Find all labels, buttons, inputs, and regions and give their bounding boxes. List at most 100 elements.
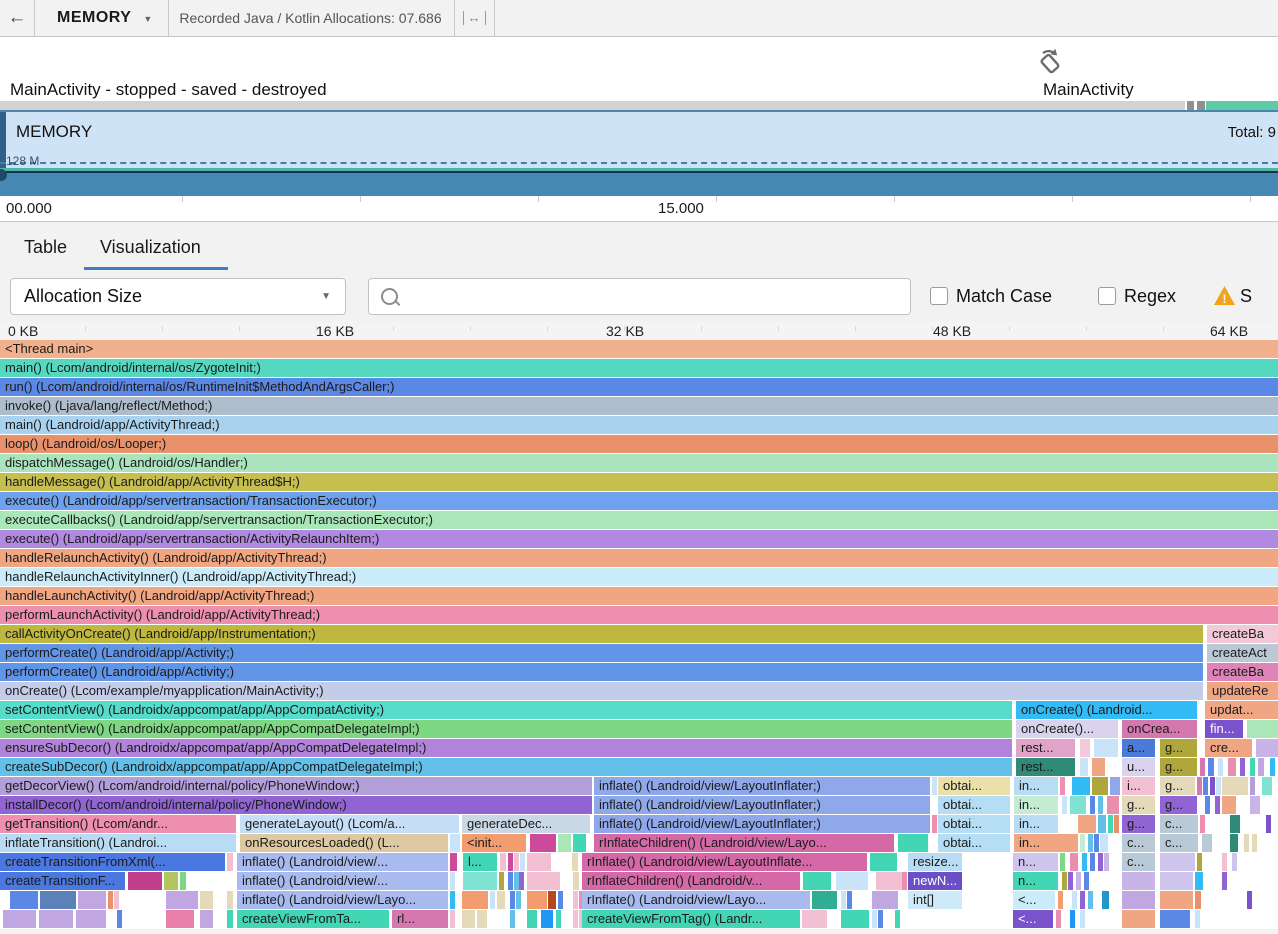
flame-node-fragment[interactable] — [1114, 815, 1119, 833]
flame-node-fragment[interactable] — [499, 872, 504, 890]
flame-node-fragment[interactable] — [1222, 872, 1227, 890]
flame-node-fragment[interactable] — [1062, 796, 1067, 814]
flame-node-fragment[interactable] — [1080, 891, 1085, 909]
flame-node-fragment[interactable] — [530, 834, 556, 852]
flame-node-fragment[interactable] — [1062, 872, 1067, 890]
flame-node[interactable]: getDecorView() (Lcom/android/internal/po… — [0, 777, 592, 795]
flame-node-fragment[interactable] — [932, 777, 937, 795]
flame-node-fragment[interactable] — [1098, 815, 1106, 833]
flame-node-fragment[interactable] — [117, 910, 122, 928]
flame-node-fragment[interactable] — [164, 872, 178, 890]
flame-node-fragment[interactable] — [1100, 834, 1108, 852]
flame-node-fragment[interactable] — [1247, 891, 1252, 909]
flame-node-fragment[interactable] — [200, 910, 213, 928]
flame-node[interactable]: in... — [1014, 834, 1078, 852]
flame-node[interactable]: n... — [1013, 853, 1058, 871]
flame-node[interactable]: inflate() (Landroid/view/LayoutInflater;… — [594, 777, 930, 795]
flame-node-fragment[interactable] — [450, 910, 455, 928]
flame-node-fragment[interactable] — [227, 853, 233, 871]
flame-node[interactable]: <... — [1013, 891, 1055, 909]
flame-node-fragment[interactable] — [1090, 853, 1095, 871]
flame-node-fragment[interactable] — [227, 891, 233, 909]
flame-node-fragment[interactable] — [1092, 777, 1108, 795]
flame-node-fragment[interactable] — [558, 834, 571, 852]
search-input[interactable] — [398, 288, 910, 306]
flame-node-fragment[interactable] — [802, 910, 827, 928]
flame-node[interactable]: generateLayout() (Lcom/a... — [240, 815, 459, 833]
flame-node-fragment[interactable] — [527, 872, 560, 890]
flame-node-fragment[interactable] — [114, 891, 119, 909]
flame-node-fragment[interactable] — [573, 834, 586, 852]
flame-node[interactable]: i... — [1122, 777, 1155, 795]
flame-node-fragment[interactable] — [508, 853, 513, 871]
flame-node[interactable]: rInflateChildren() (Landroid/v... — [582, 872, 800, 890]
flame-node-fragment[interactable] — [573, 891, 578, 909]
flame-node-fragment[interactable] — [519, 872, 524, 890]
flame-node[interactable]: <... — [1013, 910, 1053, 928]
flame-node-fragment[interactable] — [1088, 891, 1093, 909]
flame-node[interactable]: <Thread main> — [0, 340, 1278, 358]
flame-node-fragment[interactable] — [1110, 777, 1120, 795]
memory-track[interactable]: MEMORY Total: 9 128 M — [0, 110, 1278, 196]
flame-node[interactable]: performCreate() (Landroid/app/Activity;) — [0, 644, 1203, 662]
flame-node[interactable]: main() (Lcom/android/internal/os/ZygoteI… — [0, 359, 1278, 377]
flame-node-fragment[interactable] — [1070, 853, 1078, 871]
flame-node-fragment[interactable] — [1068, 872, 1073, 890]
flame-node-fragment[interactable] — [548, 891, 556, 909]
flame-node-fragment[interactable] — [1108, 815, 1113, 833]
flame-node-fragment[interactable] — [3, 910, 36, 928]
flame-node-fragment[interactable] — [1252, 834, 1257, 852]
flame-node-fragment[interactable] — [510, 910, 515, 928]
flame-node-fragment[interactable] — [1122, 872, 1155, 890]
flame-node-fragment[interactable] — [1160, 853, 1195, 871]
flame-node-fragment[interactable] — [39, 910, 73, 928]
flame-node[interactable]: rInflateChildren() (Landroid/view/Layo..… — [594, 834, 894, 852]
flame-node-fragment[interactable] — [1080, 758, 1088, 776]
flame-node-fragment[interactable] — [1072, 891, 1077, 909]
flame-node-fragment[interactable] — [1072, 777, 1090, 795]
flame-node[interactable]: g... — [1122, 796, 1155, 814]
flame-node-fragment[interactable] — [462, 910, 475, 928]
flame-node-fragment[interactable] — [1070, 910, 1075, 928]
flame-node-fragment[interactable] — [1266, 815, 1271, 833]
flame-node-fragment[interactable] — [1060, 777, 1065, 795]
flame-node[interactable]: loop() (Landroid/os/Looper;) — [0, 435, 1278, 453]
flame-node-fragment[interactable] — [1250, 796, 1260, 814]
flame-node[interactable]: <init... — [462, 834, 526, 852]
flame-node-fragment[interactable] — [1208, 758, 1214, 776]
flame-node[interactable]: g... — [1160, 796, 1197, 814]
flame-node-fragment[interactable] — [872, 910, 877, 928]
flame-node-fragment[interactable] — [1232, 853, 1237, 871]
flame-node-fragment[interactable] — [812, 891, 837, 909]
flame-node[interactable]: createViewFromTa... — [237, 910, 389, 928]
flame-node-fragment[interactable] — [10, 891, 38, 909]
flame-node-fragment[interactable] — [450, 853, 457, 871]
flame-node-fragment[interactable] — [490, 891, 495, 909]
flame-node[interactable]: handleLaunchActivity() (Landroid/app/Act… — [0, 587, 1278, 605]
flame-node-fragment[interactable] — [450, 834, 460, 852]
flame-node-fragment[interactable] — [1197, 777, 1202, 795]
flame-node-fragment[interactable] — [1222, 853, 1227, 871]
flame-node[interactable]: createTransitionF... — [0, 872, 125, 890]
flame-node[interactable]: handleMessage() (Landroid/app/ActivityTh… — [0, 473, 1278, 491]
flame-node-fragment[interactable] — [462, 891, 488, 909]
flame-node-fragment[interactable] — [1230, 815, 1240, 833]
flame-node[interactable]: onCreate() (Landroid... — [1016, 701, 1197, 719]
flame-node-fragment[interactable] — [1195, 910, 1200, 928]
flame-node[interactable]: obtai... — [938, 815, 1010, 833]
flame-node-fragment[interactable] — [902, 872, 907, 890]
metric-dropdown[interactable]: Allocation Size ▼ — [10, 278, 346, 315]
flame-node[interactable]: createSubDecor() (Landroidx/appcompat/ap… — [0, 758, 1012, 776]
flame-node-fragment[interactable] — [1270, 758, 1275, 776]
flame-node-fragment[interactable] — [1080, 739, 1090, 757]
flame-node-fragment[interactable] — [1094, 834, 1099, 852]
flame-node-fragment[interactable] — [1230, 834, 1238, 852]
flame-node[interactable]: int[] — [908, 891, 962, 909]
flame-node[interactable]: onCreate()... — [1016, 720, 1118, 738]
flame-node-fragment[interactable] — [878, 910, 883, 928]
flame-node-fragment[interactable] — [841, 910, 869, 928]
flame-node-fragment[interactable] — [1122, 910, 1155, 928]
flame-node-fragment[interactable] — [556, 910, 561, 928]
flame-node-fragment[interactable] — [200, 891, 213, 909]
flame-node-fragment[interactable] — [895, 910, 900, 928]
